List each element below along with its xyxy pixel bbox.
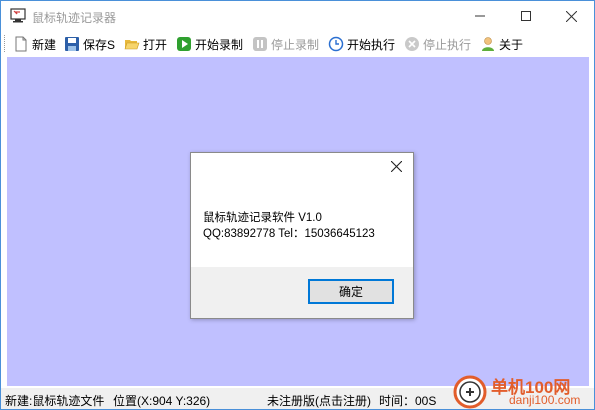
stop-record-label: 停止录制 [271, 37, 320, 52]
about-label: 关于 [499, 37, 524, 52]
stop-exec-label: 停止执行 [423, 37, 472, 52]
status-register[interactable]: 未注册版(点击注册) [267, 392, 371, 409]
start-record-button[interactable]: 开始录制 [176, 33, 243, 55]
start-exec-button[interactable]: 开始执行 [328, 33, 395, 55]
status-position: 位置(X:904 Y:326) [113, 394, 211, 408]
floppy-disk-icon [64, 36, 80, 52]
watermark-logo-icon [453, 375, 487, 409]
open-label: 打开 [143, 37, 168, 52]
user-icon [480, 36, 496, 52]
toolbar: 新建 保存S 打开 开始录制 停止录制 开始执行 停止执行 关于 [1, 31, 594, 56]
minimize-button[interactable] [457, 1, 503, 31]
dialog-line-2: QQ:83892778 Tel：15036645123 [203, 228, 375, 240]
status-time: 时间：00S [379, 394, 437, 408]
about-button[interactable]: 关于 [480, 33, 523, 55]
cancel-icon [404, 36, 420, 52]
pause-icon [252, 36, 268, 52]
save-button[interactable]: 保存S [64, 33, 115, 55]
toolbar-grip[interactable] [4, 35, 7, 52]
dialog-close-button[interactable] [386, 156, 406, 176]
app-window: 鼠标轨迹记录器 新建 保存S 打开 开始录制 停止录制 开始执行 停止执行 关于… [0, 0, 595, 410]
ok-button[interactable]: 确定 [308, 279, 394, 304]
start-record-label: 开始录制 [195, 37, 244, 52]
stop-exec-button[interactable]: 停止执行 [404, 33, 471, 55]
new-label: 新建 [32, 37, 57, 52]
dialog-line-1: 鼠标轨迹记录软件 V1.0 [203, 212, 322, 224]
play-icon [176, 36, 192, 52]
save-label: 保存S [83, 37, 116, 52]
watermark: 单机100网 danji100.com [453, 373, 593, 409]
stop-record-button[interactable]: 停止录制 [252, 33, 319, 55]
dialog-body: 鼠标轨迹记录软件 V1.0 QQ:83892778 Tel：1503664512… [191, 153, 413, 267]
title-bar[interactable]: 鼠标轨迹记录器 [1, 1, 594, 31]
window-title: 鼠标轨迹记录器 [32, 11, 117, 25]
new-button[interactable]: 新建 [13, 33, 56, 55]
clock-icon [328, 36, 344, 52]
new-file-icon [13, 36, 29, 52]
app-icon [10, 8, 26, 23]
open-button[interactable]: 打开 [124, 33, 167, 55]
close-button[interactable] [548, 1, 594, 31]
maximize-button[interactable] [503, 1, 549, 31]
watermark-en: danji100.com [509, 393, 581, 407]
start-exec-label: 开始执行 [347, 37, 396, 52]
folder-open-icon [124, 36, 140, 52]
about-dialog: 鼠标轨迹记录软件 V1.0 QQ:83892778 Tel：1503664512… [190, 152, 414, 319]
status-file: 新建:鼠标轨迹文件 [5, 394, 105, 408]
